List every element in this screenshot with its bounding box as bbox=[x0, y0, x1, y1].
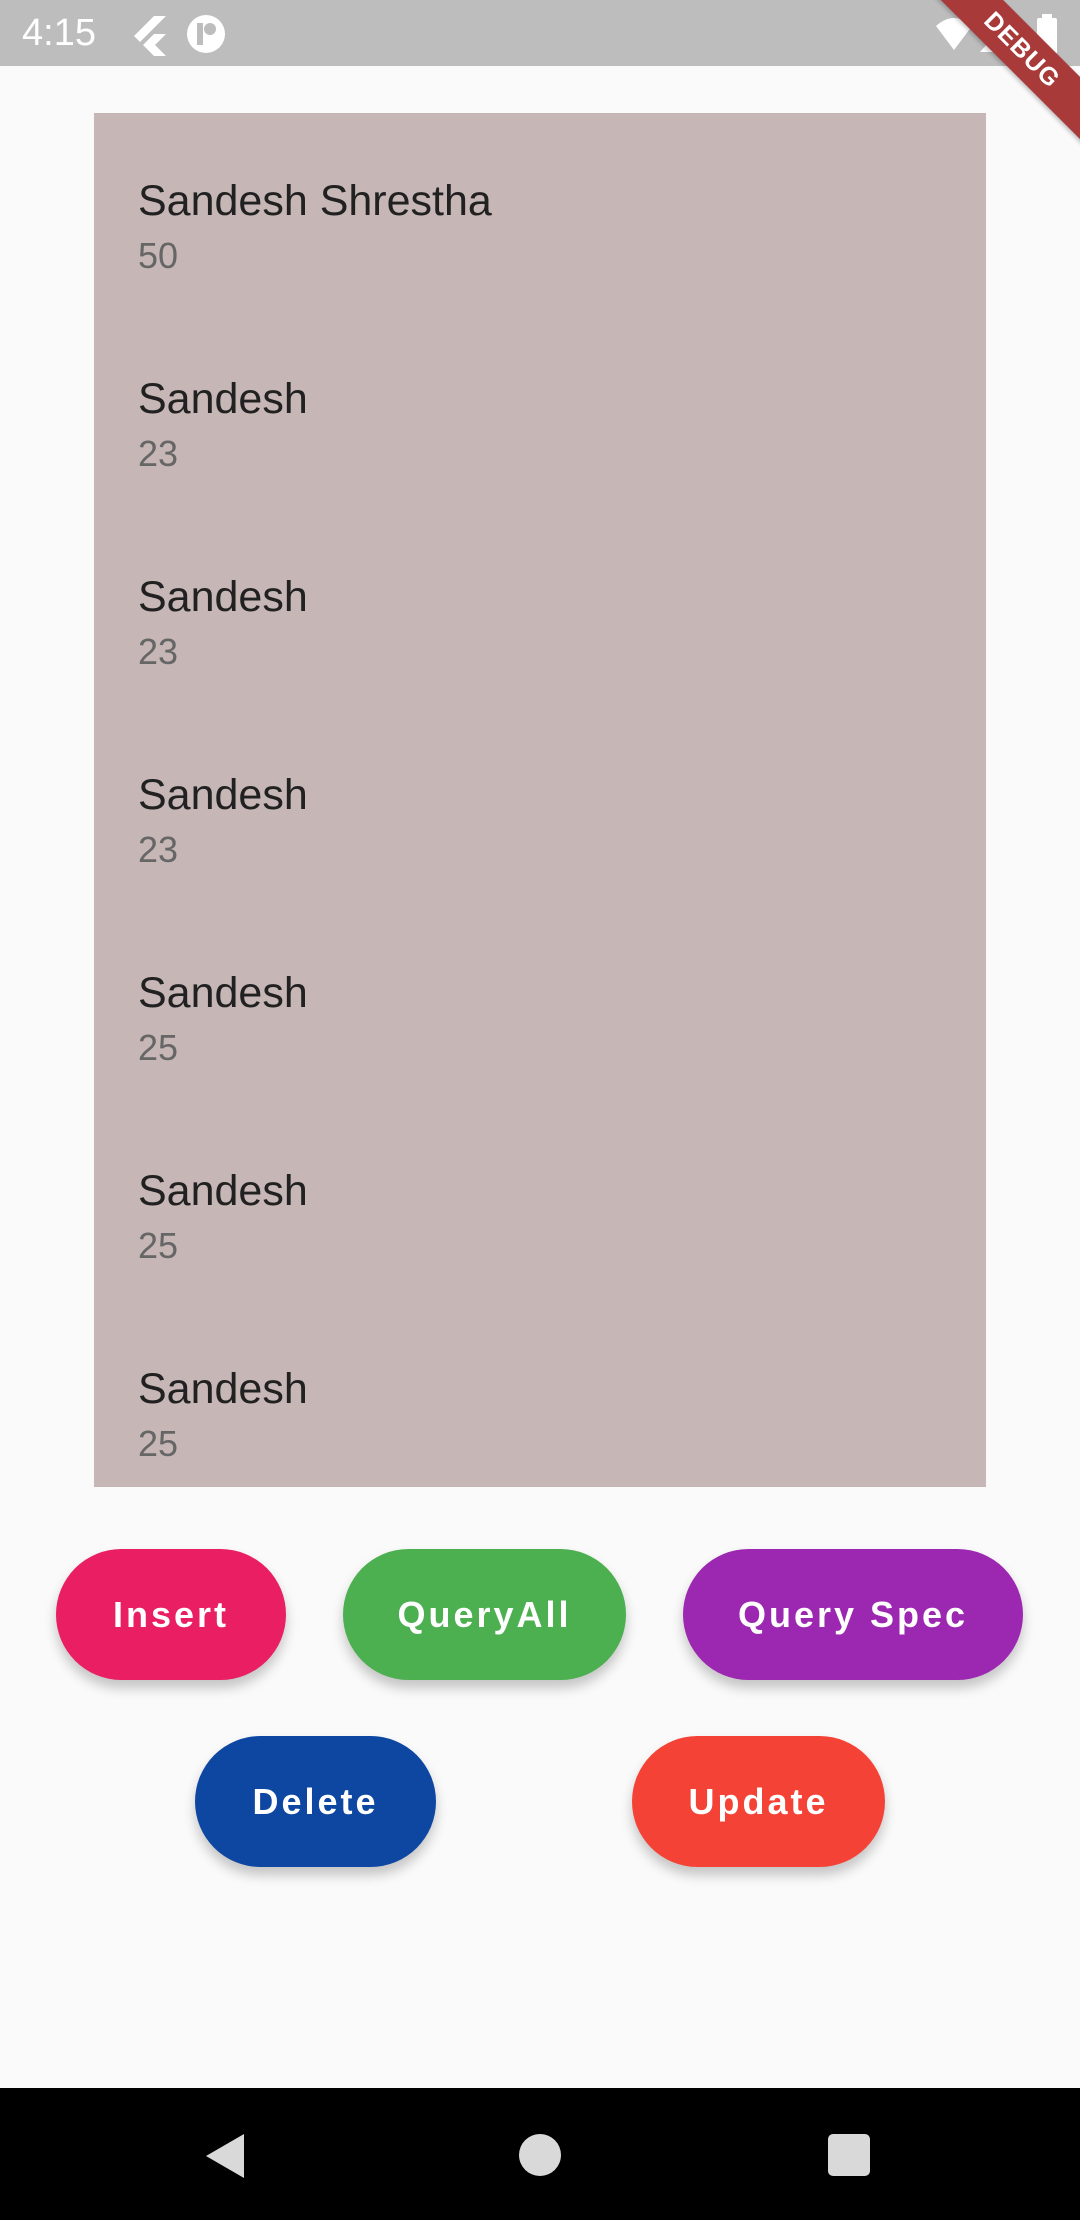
item-name: Sandesh bbox=[138, 1365, 308, 1413]
item-age: 23 bbox=[138, 631, 179, 672]
back-icon[interactable] bbox=[204, 2132, 248, 2180]
flutter-icon bbox=[134, 16, 166, 56]
item-name: Sandesh bbox=[138, 375, 308, 423]
item-name: Sandesh bbox=[138, 1167, 308, 1215]
item-age: 23 bbox=[138, 433, 179, 474]
item-name: Sandesh bbox=[138, 969, 308, 1017]
list-item[interactable]: Sandesh 23 bbox=[138, 707, 958, 905]
list-item[interactable]: Sandesh 25 bbox=[138, 1103, 958, 1301]
list-item[interactable]: Sandesh 23 bbox=[138, 311, 958, 509]
item-age: 25 bbox=[138, 1225, 179, 1266]
query-all-button[interactable]: QueryAll bbox=[343, 1549, 626, 1680]
item-age: 50 bbox=[138, 235, 179, 276]
item-age: 25 bbox=[138, 1423, 179, 1464]
list-item[interactable]: Sandesh Shrestha 50 bbox=[138, 113, 958, 311]
item-name: Sandesh bbox=[138, 771, 308, 819]
delete-button[interactable]: Delete bbox=[195, 1736, 436, 1867]
list-item[interactable]: Sandesh 25 bbox=[138, 905, 958, 1103]
list-item[interactable]: Sandesh 23 bbox=[138, 509, 958, 707]
records-list[interactable]: Sandesh Shrestha 50 Sandesh 23 Sandesh 2… bbox=[94, 113, 986, 1487]
insert-button[interactable]: Insert bbox=[56, 1549, 286, 1680]
home-icon[interactable] bbox=[519, 2134, 561, 2176]
app-notification-icon bbox=[187, 15, 225, 53]
query-spec-button[interactable]: Query Spec bbox=[683, 1549, 1023, 1680]
status-bar: 4:15 bbox=[0, 0, 1080, 66]
navigation-bar bbox=[0, 2088, 1080, 2220]
list-item[interactable]: Sandesh 25 bbox=[138, 1301, 958, 1487]
item-age: 23 bbox=[138, 829, 179, 870]
recents-icon[interactable] bbox=[828, 2134, 870, 2176]
item-age: 25 bbox=[138, 1027, 179, 1068]
item-name: Sandesh bbox=[138, 573, 308, 621]
item-name: Sandesh Shrestha bbox=[138, 177, 492, 225]
status-time: 4:15 bbox=[22, 12, 96, 54]
update-button[interactable]: Update bbox=[632, 1736, 885, 1867]
